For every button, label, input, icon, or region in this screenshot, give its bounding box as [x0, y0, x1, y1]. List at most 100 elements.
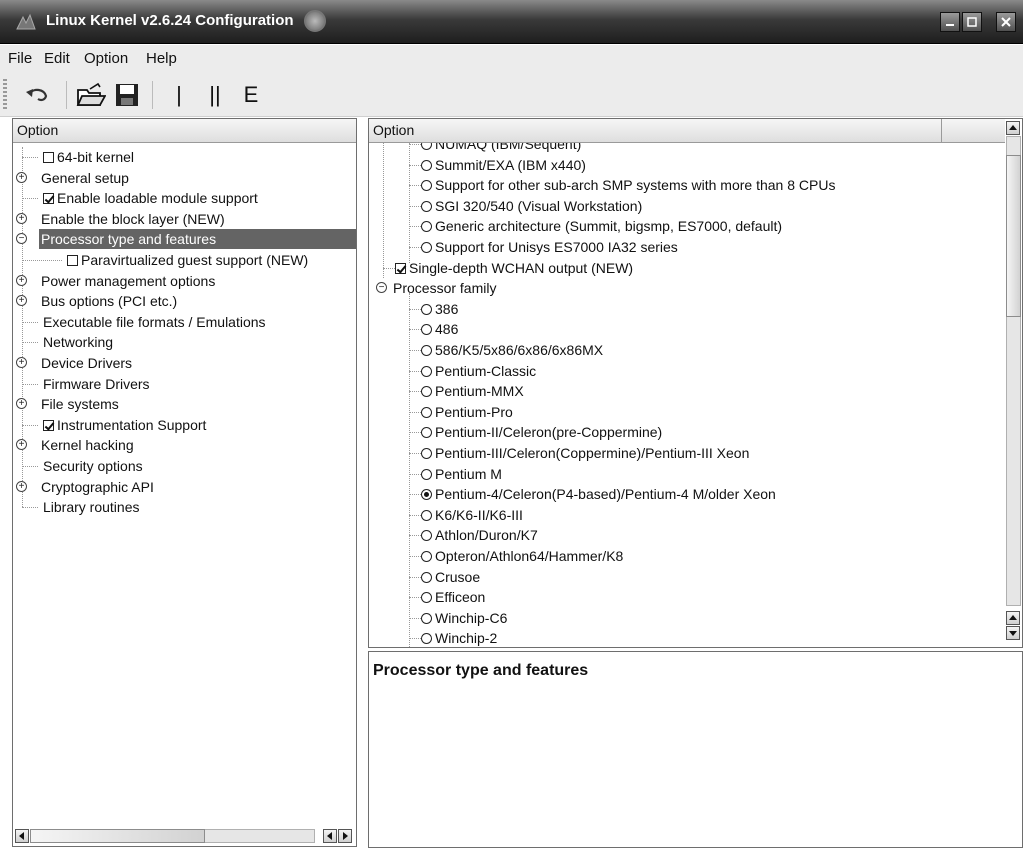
option-row[interactable]: 586/K5/5x86/6x86/6x86MX: [419, 340, 607, 360]
option-row[interactable]: Athlon/Duron/K7: [419, 525, 542, 545]
expand-icon[interactable]: +: [16, 274, 27, 286]
config-options-pane[interactable]: Option NUMAQ (IBM/Sequent) Summit/EXA (IB…: [368, 118, 1023, 648]
title-bar[interactable]: Linux Kernel v2.6.24 Configuration: [0, 0, 1023, 44]
option-row[interactable]: Support for other sub-arch SMP systems w…: [419, 175, 839, 195]
radio-unselected[interactable]: [421, 468, 432, 480]
tree-item[interactable]: Firmware Drivers: [41, 374, 154, 394]
load-button[interactable]: [74, 79, 108, 111]
tree-item[interactable]: Kernel hacking: [39, 435, 138, 455]
full-view-button[interactable]: E: [234, 79, 268, 111]
radio-unselected[interactable]: [421, 448, 432, 459]
tree-item[interactable]: Networking: [41, 332, 117, 352]
column-header-option[interactable]: Option: [13, 119, 356, 143]
horizontal-scrollbar-thumb[interactable]: [30, 829, 205, 843]
tree-item[interactable]: Bus options (PCI etc.): [39, 291, 181, 311]
option-row[interactable]: Pentium-4/Celeron(P4-based)/Pentium-4 M/…: [419, 484, 780, 504]
tree-item[interactable]: Library routines: [41, 497, 144, 517]
tree-item[interactable]: 64-bit kernel: [41, 147, 138, 167]
option-row[interactable]: Processor family: [391, 278, 500, 298]
tree-item[interactable]: Device Drivers: [39, 353, 136, 373]
split-view-button[interactable]: ||: [198, 79, 232, 111]
radio-unselected[interactable]: [421, 242, 432, 253]
radio-unselected[interactable]: [421, 406, 432, 418]
menu-file[interactable]: File: [8, 50, 32, 67]
tree-item[interactable]: Enable loadable module support: [41, 188, 262, 208]
option-row[interactable]: Efficeon: [419, 587, 489, 607]
expand-icon[interactable]: +: [16, 357, 27, 368]
tree-item[interactable]: Enable the block layer (NEW): [39, 209, 229, 229]
column-header-option[interactable]: Option: [369, 119, 941, 143]
scroll-up-button[interactable]: [1006, 121, 1020, 135]
collapse-icon[interactable]: −: [376, 282, 387, 294]
radio-unselected[interactable]: [421, 571, 432, 583]
scroll-down-button[interactable]: [1006, 626, 1020, 640]
option-row[interactable]: Generic architecture (Summit, bigsmp, ES…: [419, 216, 786, 236]
option-row[interactable]: SGI 320/540 (Visual Workstation): [419, 196, 646, 216]
radio-unselected[interactable]: [421, 509, 432, 521]
radio-unselected[interactable]: [421, 530, 432, 542]
checkbox-checked[interactable]: [43, 419, 54, 431]
radio-unselected[interactable]: [421, 633, 432, 645]
save-button[interactable]: [110, 79, 144, 111]
option-row[interactable]: Single-depth WCHAN output (NEW): [393, 258, 637, 278]
option-row[interactable]: Winchip-2: [419, 628, 501, 647]
radio-unselected[interactable]: [421, 592, 432, 604]
tree-item[interactable]: Processor type and features: [39, 229, 356, 250]
scroll-right-button[interactable]: [338, 829, 352, 843]
option-row[interactable]: Summit/EXA (IBM x440): [419, 155, 590, 175]
expand-icon[interactable]: +: [16, 171, 27, 183]
radio-unselected[interactable]: [421, 427, 432, 439]
checkbox-unchecked[interactable]: [67, 255, 78, 266]
checkbox-checked[interactable]: [43, 193, 54, 205]
checkbox-checked[interactable]: [395, 262, 406, 274]
menu-edit[interactable]: Edit: [44, 50, 70, 67]
collapse-icon[interactable]: −: [16, 233, 27, 245]
radio-unselected[interactable]: [421, 159, 432, 171]
radio-unselected[interactable]: [421, 365, 432, 377]
expand-icon[interactable]: +: [16, 398, 27, 410]
radio-unselected[interactable]: [421, 551, 432, 562]
single-view-button[interactable]: |: [162, 79, 196, 111]
expand-icon[interactable]: +: [16, 480, 27, 492]
radio-unselected[interactable]: [421, 345, 432, 356]
option-row[interactable]: Pentium-II/Celeron(pre-Coppermine): [419, 422, 666, 442]
option-row[interactable]: NUMAQ (IBM/Sequent): [419, 143, 585, 154]
option-row[interactable]: 486: [419, 319, 462, 339]
radio-unselected[interactable]: [421, 180, 432, 192]
radio-selected[interactable]: [421, 489, 432, 501]
expand-icon[interactable]: +: [16, 295, 27, 307]
expand-icon[interactable]: +: [16, 439, 27, 451]
maximize-button[interactable]: [962, 12, 982, 32]
menu-tree-pane[interactable]: Option 64-bit kernel + General setup Enable…: [12, 118, 357, 847]
menu-help[interactable]: Help: [146, 50, 177, 67]
expand-icon[interactable]: +: [16, 212, 27, 224]
radio-unselected[interactable]: [421, 612, 432, 624]
radio-unselected[interactable]: [421, 221, 432, 233]
option-row[interactable]: 386: [419, 299, 462, 319]
scroll-up-button-2[interactable]: [1006, 611, 1020, 625]
option-row[interactable]: Pentium-MMX: [419, 381, 528, 401]
option-row[interactable]: Support for Unisys ES7000 IA32 series: [419, 237, 682, 257]
checkbox-unchecked[interactable]: [43, 152, 54, 163]
tree-item[interactable]: File systems: [39, 394, 123, 414]
tree-item[interactable]: Paravirtualized guest support (NEW): [65, 250, 312, 270]
radio-unselected[interactable]: [421, 386, 432, 398]
tree-item[interactable]: Executable file formats / Emulations: [41, 312, 270, 332]
option-row[interactable]: Pentium-III/Celeron(Coppermine)/Pentium-…: [419, 443, 753, 463]
tree-item[interactable]: Instrumentation Support: [41, 415, 210, 435]
tree-item[interactable]: Security options: [41, 456, 147, 476]
scroll-left-button[interactable]: [15, 829, 29, 843]
back-button[interactable]: [20, 79, 54, 111]
scroll-left-button-2[interactable]: [323, 829, 337, 843]
toolbar-grip[interactable]: [3, 79, 7, 111]
help-text-pane[interactable]: Processor type and features: [368, 651, 1023, 848]
radio-unselected[interactable]: [421, 324, 432, 336]
option-row[interactable]: Pentium-Pro: [419, 402, 517, 422]
tree-item[interactable]: Power management options: [39, 271, 219, 291]
radio-unselected[interactable]: [421, 200, 432, 212]
radio-unselected[interactable]: [421, 303, 432, 315]
option-row[interactable]: Winchip-C6: [419, 608, 511, 628]
option-row[interactable]: Crusoe: [419, 567, 484, 587]
minimize-button[interactable]: [940, 12, 960, 32]
tree-item[interactable]: General setup: [39, 168, 133, 188]
